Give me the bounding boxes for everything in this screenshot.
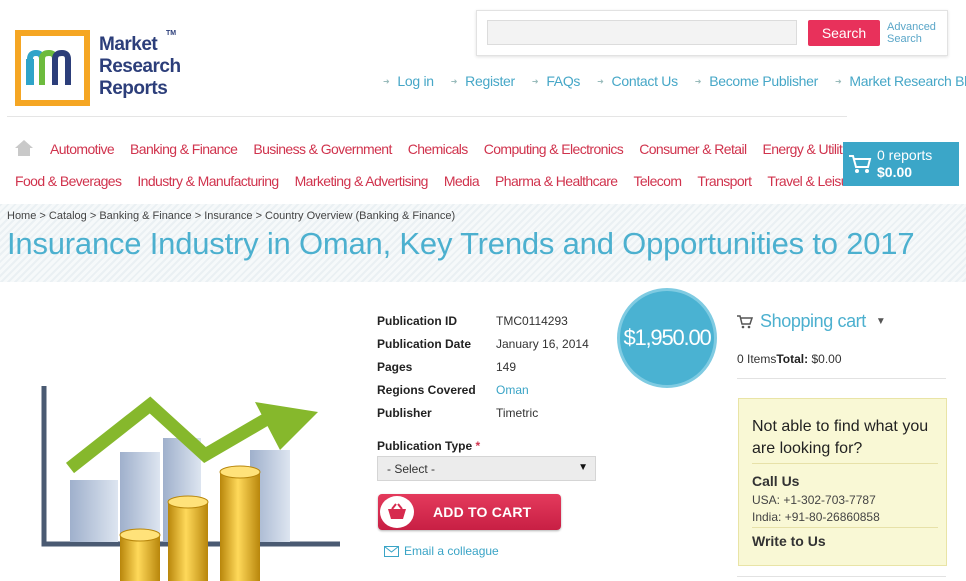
detail-row: Publisher Timetric [377, 405, 539, 420]
page-title: Insurance Industry in Oman, Key Trends a… [7, 226, 915, 261]
shopping-cart-summary: 0 ItemsTotal: $0.00 [737, 352, 842, 366]
envelope-icon [384, 545, 399, 557]
cart-count: 0 reports [877, 147, 933, 163]
help-divider [752, 463, 938, 464]
top-links: ➜ Log in ➜ Register ➜ FAQs ➜ Contact Us ➜ Bec… [383, 73, 966, 89]
help-divider [752, 527, 938, 528]
category-industry-manufacturing[interactable]: Industry & Manufacturing [137, 173, 279, 189]
publication-type-label: Publication Type * [377, 439, 481, 453]
help-box: Not able to find what you are looking fo… [738, 398, 947, 566]
sidebar-divider [737, 576, 946, 577]
advanced-search-link[interactable]: Advanced Search [887, 21, 947, 45]
shopping-cart-icon [737, 314, 753, 328]
detail-row: Publication Date January 16, 2014 [377, 336, 589, 351]
category-marketing-advertising[interactable]: Marketing & Advertising [295, 173, 429, 189]
detail-row: Pages 149 [377, 359, 517, 374]
header-divider [7, 116, 847, 117]
chevron-down-icon: ▼ [875, 316, 886, 327]
publication-type-select[interactable]: - Select - ▼ [377, 456, 596, 481]
category-telecom[interactable]: Telecom [633, 173, 682, 189]
register-link[interactable]: ➜ Register [451, 73, 515, 89]
arrow-icon: ➜ [383, 76, 390, 86]
category-automotive[interactable]: Automotive [50, 141, 115, 157]
category-media[interactable]: Media [444, 173, 480, 189]
required-mark: * [475, 439, 481, 453]
india-phone[interactable]: India: +91-80-26860858 [752, 510, 880, 524]
category-transport[interactable]: Transport [697, 173, 752, 189]
category-computing-electronics[interactable]: Computing & Electronics [484, 141, 624, 157]
site-logo[interactable]: Market Research Reports TM [15, 30, 195, 108]
breadcrumb[interactable]: Home > Catalog > Banking & Finance > Ins… [7, 210, 455, 222]
cart-total: $0.00 [877, 164, 913, 180]
category-food-beverages[interactable]: Food & Beverages [15, 173, 122, 189]
help-question: Not able to find what you are looking fo… [752, 418, 929, 457]
category-chemicals[interactable]: Chemicals [408, 141, 469, 157]
contact-link[interactable]: ➜ Contact Us [597, 73, 678, 89]
cart-icon [849, 155, 872, 173]
shopping-cart-heading[interactable]: Shopping cart ▼ [737, 311, 886, 332]
region-link[interactable]: Oman [496, 383, 529, 397]
call-us-heading: Call Us [752, 473, 800, 489]
become-publisher-link[interactable]: ➜ Become Publisher [694, 73, 819, 89]
cart-summary: 0 reports $0.00 [877, 147, 932, 181]
price-badge: $1,950.00 [617, 288, 717, 388]
home-icon[interactable] [14, 139, 34, 157]
add-to-cart-button[interactable]: ADD TO CART [378, 494, 561, 530]
header-cart[interactable]: 0 reports $0.00 [843, 142, 959, 186]
basket-icon [380, 496, 414, 528]
category-nav-row2: Food & Beverages Industry & Manufacturin… [15, 173, 875, 189]
logo-trademark: TM [166, 30, 177, 37]
usa-phone[interactable]: USA: +1-302-703-7787 [752, 493, 876, 507]
arrow-icon: ➜ [597, 76, 604, 86]
blog-link[interactable]: ➜Market Research Blog [835, 73, 966, 89]
write-to-us-link[interactable]: Write to Us [752, 533, 826, 549]
email-colleague-link[interactable]: Email a colleague [384, 544, 499, 558]
category-pharma-healthcare[interactable]: Pharma & Healthcare [495, 173, 618, 189]
logo-m-icon [25, 49, 71, 85]
dropdown-caret-icon: ▼ [578, 462, 588, 473]
detail-row: Publication ID TMC0114293 [377, 313, 568, 328]
product-image [41, 386, 340, 581]
arrow-icon: ➜ [694, 76, 702, 86]
search-button[interactable]: Search [808, 20, 880, 46]
category-nav-row1: Automotive Banking & Finance Business & … [14, 139, 874, 157]
detail-row: Regions Covered Oman [377, 382, 529, 397]
arrow-icon: ➜ [835, 76, 842, 86]
category-consumer-retail[interactable]: Consumer & Retail [639, 141, 747, 157]
faqs-link[interactable]: ➜ FAQs [531, 73, 581, 89]
arrow-icon: ➜ [531, 76, 539, 86]
publication-details: Publication ID TMC0114293 Publication Dat… [377, 309, 589, 424]
category-business-government[interactable]: Business & Government [253, 141, 392, 157]
page: Market Research Reports TM Search Advanc… [0, 0, 966, 581]
sidebar-divider [737, 378, 946, 379]
search-input[interactable] [487, 20, 797, 45]
category-banking-finance[interactable]: Banking & Finance [130, 141, 238, 157]
logo-wordmark: Market Research Reports [99, 34, 181, 99]
search-panel: Search Advanced Search [476, 10, 948, 56]
arrow-icon: ➜ [450, 76, 458, 86]
logo-mark [15, 30, 90, 106]
login-link[interactable]: ➜ Log in [383, 73, 434, 89]
